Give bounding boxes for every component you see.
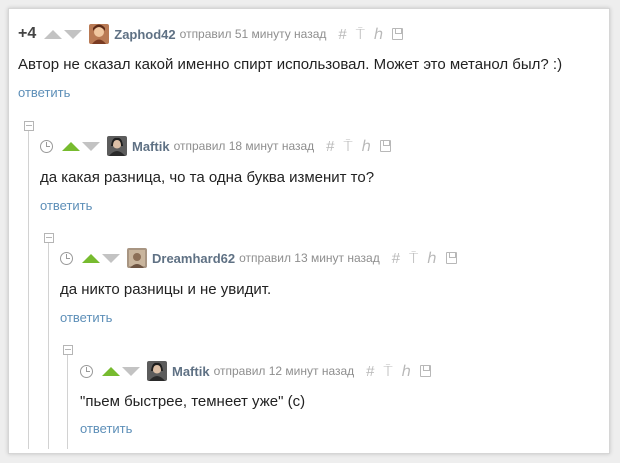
hash-icon[interactable]: # [326, 138, 334, 155]
comment-text: да какая разница, чо та одна буква измен… [40, 169, 375, 186]
vote-down-icon[interactable] [64, 29, 83, 39]
vote-down-icon[interactable] [102, 253, 120, 263]
comment: Dreamhard62 отправил 13 минут назад # ⍑ … [60, 247, 600, 327]
comment-author[interactable]: Dreamhard62 [152, 251, 235, 266]
comment: Maftik отправил 18 минут назад # ⍑ ℎ да … [40, 135, 600, 215]
comment-thread: +4 Zaphod42 отправил 51 минуту назад # ⍑… [8, 8, 610, 454]
vote-up-icon[interactable] [62, 141, 80, 151]
comment-text: Автор не сказал какой именно спирт испол… [18, 56, 563, 73]
pin-icon[interactable]: ⍑ [409, 250, 418, 267]
comment-timestamp: отправил 18 минут назад [173, 139, 315, 153]
comment-timestamp: отправил 12 минут назад [213, 364, 355, 378]
branch-icon[interactable]: ℎ [362, 137, 372, 155]
comment-author[interactable]: Zaphod42 [114, 27, 175, 42]
thread-line-level-1 [28, 131, 29, 449]
comment-text: да никто разницы и не увидит. [60, 281, 272, 298]
reply-link[interactable]: ответить [40, 198, 92, 213]
avatar[interactable] [147, 361, 167, 381]
clock-icon [60, 251, 73, 265]
comment-header: Dreamhard62 отправил 13 минут назад # ⍑ … [60, 247, 457, 269]
comment-timestamp: отправил 13 минут назад [239, 251, 380, 265]
branch-icon[interactable]: ℎ [427, 249, 437, 267]
branch-icon[interactable]: ℎ [402, 362, 412, 380]
avatar[interactable] [89, 24, 110, 44]
pin-icon[interactable]: ⍑ [356, 26, 365, 43]
comment: Maftik отправил 12 минут назад # ⍑ ℎ "пь… [80, 360, 600, 440]
pin-icon[interactable]: ⍑ [344, 138, 353, 155]
reply-link[interactable]: ответить [18, 85, 70, 100]
vote-down-icon[interactable] [82, 141, 100, 151]
comment-author[interactable]: Maftik [172, 364, 210, 379]
comment-timestamp: отправил 51 минуту назад [179, 27, 327, 41]
save-icon[interactable] [392, 28, 404, 40]
vote-up-icon[interactable] [82, 253, 100, 263]
comment-rating: +4 [18, 25, 37, 42]
branch-icon[interactable]: ℎ [374, 25, 384, 43]
save-icon[interactable] [420, 365, 432, 377]
thread-line-level-2 [48, 243, 49, 449]
avatar[interactable] [127, 248, 147, 268]
vote-down-icon[interactable] [122, 366, 140, 376]
comment: +4 Zaphod42 отправил 51 минуту назад # ⍑… [18, 23, 603, 103]
pin-icon[interactable]: ⍑ [384, 363, 393, 380]
reply-link[interactable]: ответить [80, 421, 132, 436]
vote-up-icon[interactable] [102, 366, 120, 376]
collapse-toggle-2[interactable] [44, 233, 54, 243]
reply-link[interactable]: ответить [60, 310, 112, 325]
comment-header: Maftik отправил 12 минут назад # ⍑ ℎ [80, 360, 432, 382]
hash-icon[interactable]: # [338, 26, 346, 43]
thread-line-level-3 [67, 355, 68, 449]
comment-header: Maftik отправил 18 минут назад # ⍑ ℎ [40, 135, 392, 157]
comment-header: +4 Zaphod42 отправил 51 минуту назад # ⍑… [18, 23, 404, 45]
save-icon[interactable] [445, 252, 457, 264]
clock-icon [80, 364, 93, 378]
avatar[interactable] [107, 136, 127, 156]
collapse-toggle-1[interactable] [24, 121, 34, 131]
vote-up-icon[interactable] [44, 29, 63, 39]
hash-icon[interactable]: # [392, 250, 400, 267]
save-icon[interactable] [380, 140, 392, 152]
comment-author[interactable]: Maftik [132, 139, 170, 154]
hash-icon[interactable]: # [366, 363, 374, 380]
collapse-toggle-3[interactable] [63, 345, 73, 355]
comment-text: "пьем быстрее, темнеет уже" (с) [80, 393, 306, 410]
clock-icon [40, 139, 53, 153]
